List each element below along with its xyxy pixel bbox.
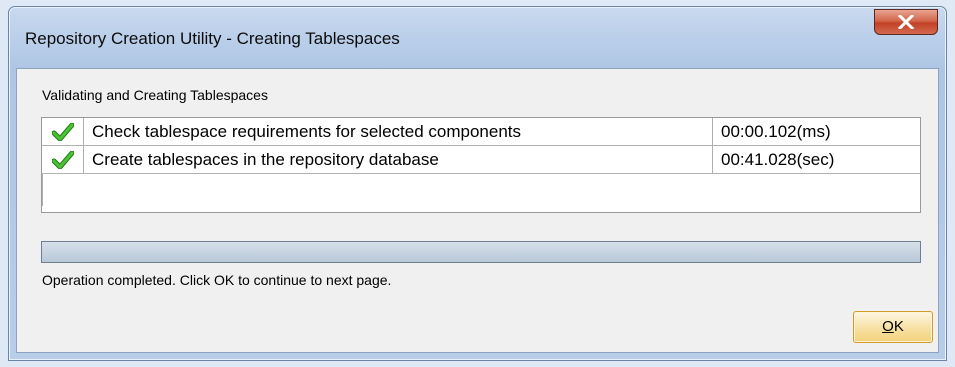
ok-button-mnemonic: O (882, 318, 894, 335)
close-button[interactable] (874, 9, 938, 35)
section-label: Validating and Creating Tablespaces (42, 87, 268, 103)
status-message: Operation completed. Click OK to continu… (42, 272, 392, 288)
table-row: Check tablespace requirements for select… (42, 118, 920, 146)
title-bar[interactable]: Repository Creation Utility - Creating T… (9, 7, 946, 67)
task-name: Check tablespace requirements for select… (84, 118, 713, 146)
task-time: 00:41.028(sec) (713, 146, 920, 174)
close-x-icon (898, 15, 914, 29)
status-cell (42, 118, 84, 146)
green-checkmark-icon (51, 150, 74, 169)
task-table: Check tablespace requirements for select… (41, 117, 921, 213)
green-checkmark-icon (51, 122, 74, 141)
dialog-window: Repository Creation Utility - Creating T… (8, 6, 947, 361)
dialog-content: Validating and Creating Tablespaces Chec… (16, 68, 939, 353)
progress-bar (41, 241, 921, 263)
ok-button[interactable]: OK (853, 311, 933, 343)
window-title: Repository Creation Utility - Creating T… (25, 29, 400, 48)
table-row: Create tablespaces in the repository dat… (42, 146, 920, 174)
task-time: 00:00.102(ms) (713, 118, 920, 146)
status-cell (42, 146, 84, 174)
progress-fill (42, 242, 920, 262)
table-empty-area-divider (42, 174, 43, 206)
task-name: Create tablespaces in the repository dat… (84, 146, 713, 174)
ok-button-label-rest: K (893, 318, 904, 335)
